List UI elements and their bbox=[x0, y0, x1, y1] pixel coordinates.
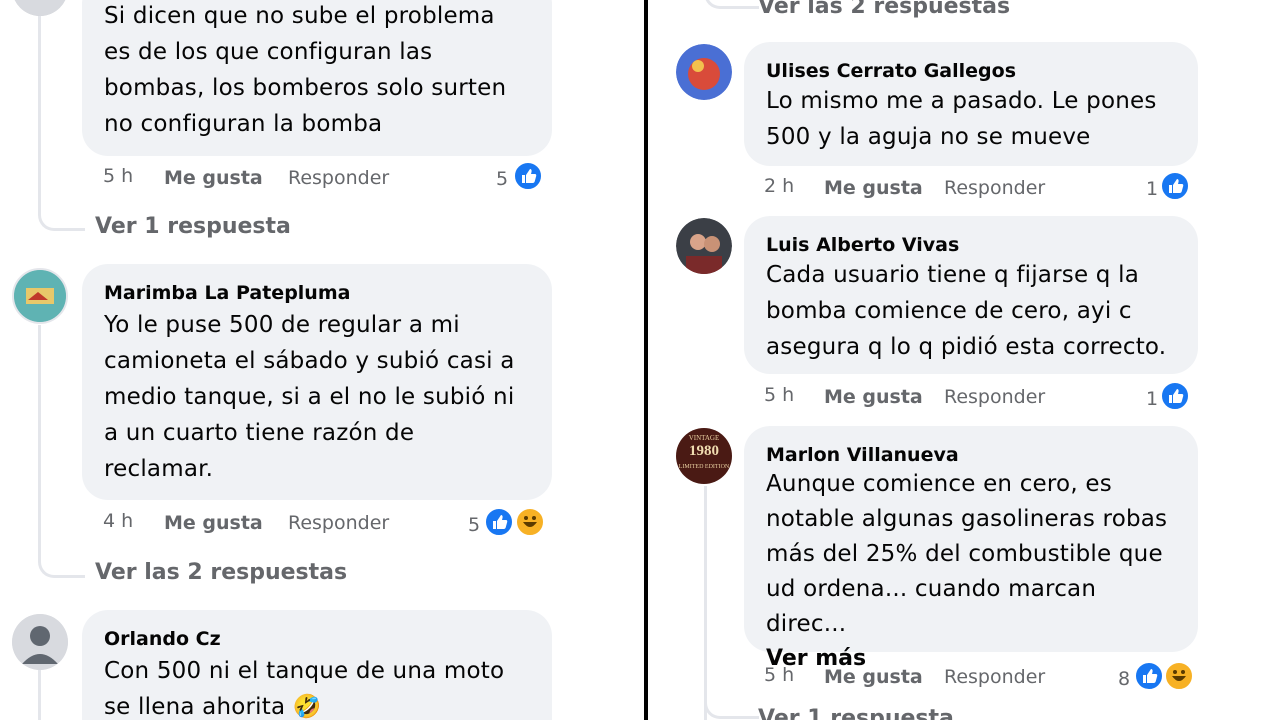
thread-connector bbox=[704, 0, 759, 9]
haha-icon bbox=[515, 507, 545, 537]
comment-author[interactable]: Ulises Cerrato Gallegos bbox=[766, 59, 1176, 83]
comment-author[interactable]: Orlando Cz bbox=[104, 627, 530, 651]
reply-button[interactable]: Responder bbox=[944, 386, 1045, 408]
comment-text: Lo mismo me a pasado. Le pones 500 y la … bbox=[766, 88, 1157, 150]
comment-time[interactable]: 2 h bbox=[764, 175, 794, 197]
left-comments-panel: Si dicen que no sube el problema es de l… bbox=[0, 0, 644, 720]
like-button[interactable]: Me gusta bbox=[824, 666, 923, 688]
comment-bubble: Luis Alberto Vivas Cada usuario tiene q … bbox=[744, 216, 1198, 374]
rofl-emoji: 🤣 bbox=[292, 694, 322, 720]
thread-connector bbox=[38, 10, 85, 231]
right-comments-panel: Ver las 2 respuestas Ulises Cerrato Gall… bbox=[648, 0, 1280, 720]
like-button[interactable]: Me gusta bbox=[824, 177, 923, 199]
comment-time[interactable]: 4 h bbox=[103, 510, 133, 532]
avatar-text-year: 1980 bbox=[689, 443, 719, 459]
comment-text: Yo le puse 500 de regular a mi camioneta… bbox=[104, 312, 515, 482]
comment-time[interactable]: 5 h bbox=[103, 165, 133, 187]
reaction-count[interactable]: 1 bbox=[1146, 178, 1158, 200]
comment-bubble: Marlon Villanueva Aunque comience en cer… bbox=[744, 426, 1198, 671]
avatar[interactable] bbox=[676, 218, 732, 274]
avatar[interactable] bbox=[676, 44, 732, 100]
comment-text: Cada usuario tiene q fijarse q la bomba … bbox=[766, 262, 1167, 360]
avatar[interactable] bbox=[12, 268, 68, 324]
like-icon bbox=[1160, 171, 1190, 201]
reaction-count[interactable]: 1 bbox=[1146, 388, 1158, 410]
comment-bubble: Orlando Cz Con 500 ni el tanque de una m… bbox=[82, 610, 552, 720]
avatar-text-bottom: LIMITED EDITION bbox=[678, 464, 730, 470]
reply-button[interactable]: Responder bbox=[944, 666, 1045, 688]
thread-connector bbox=[704, 690, 759, 719]
comment-text: Aunque comience en cero, es notable algu… bbox=[766, 471, 1168, 637]
comment-author[interactable]: Luis Alberto Vivas bbox=[766, 233, 1176, 257]
thread-connector bbox=[38, 325, 85, 578]
reaction-count[interactable]: 5 bbox=[496, 168, 508, 190]
avatar[interactable]: VINTAGE 1980 LIMITED EDITION bbox=[676, 428, 732, 484]
avatar[interactable] bbox=[12, 614, 68, 670]
comment-text: Si dicen que no sube el problema es de l… bbox=[104, 3, 507, 137]
like-button[interactable]: Me gusta bbox=[164, 512, 263, 534]
like-button[interactable]: Me gusta bbox=[164, 167, 263, 189]
thread-line bbox=[38, 670, 41, 720]
like-icon bbox=[484, 507, 514, 537]
comment-bubble: Marimba La Patepluma Yo le puse 500 de r… bbox=[82, 264, 552, 500]
comment-bubble: Ulises Cerrato Gallegos Lo mismo me a pa… bbox=[744, 42, 1198, 166]
like-button[interactable]: Me gusta bbox=[824, 386, 923, 408]
comment-time[interactable]: 5 h bbox=[764, 384, 794, 406]
reply-button[interactable]: Responder bbox=[288, 167, 389, 189]
view-replies-link[interactable]: Ver las 2 respuestas bbox=[95, 560, 347, 585]
like-icon bbox=[513, 161, 543, 191]
avatar-text-top: VINTAGE bbox=[688, 434, 720, 442]
view-replies-link[interactable]: Ver 1 respuesta bbox=[95, 214, 291, 239]
comment-text: Con 500 ni el tanque de una moto se llen… bbox=[104, 653, 530, 720]
like-icon bbox=[1134, 661, 1164, 691]
comment-author[interactable]: Marlon Villanueva bbox=[766, 443, 1176, 467]
reply-button[interactable]: Responder bbox=[944, 177, 1045, 199]
comment-author[interactable]: Marimba La Patepluma bbox=[104, 281, 530, 305]
comment-time[interactable]: 5 h bbox=[764, 664, 794, 686]
reaction-count[interactable]: 8 bbox=[1118, 668, 1130, 690]
thread-line bbox=[704, 486, 707, 720]
haha-icon bbox=[1164, 661, 1194, 691]
comment-bubble: Si dicen que no sube el problema es de l… bbox=[82, 0, 552, 156]
view-replies-link[interactable]: Ver las 2 respuestas bbox=[758, 0, 1010, 19]
view-replies-link[interactable]: Ver 1 respuesta bbox=[758, 706, 954, 720]
reply-button[interactable]: Responder bbox=[288, 512, 389, 534]
like-icon bbox=[1160, 381, 1190, 411]
reaction-count[interactable]: 5 bbox=[468, 514, 480, 536]
